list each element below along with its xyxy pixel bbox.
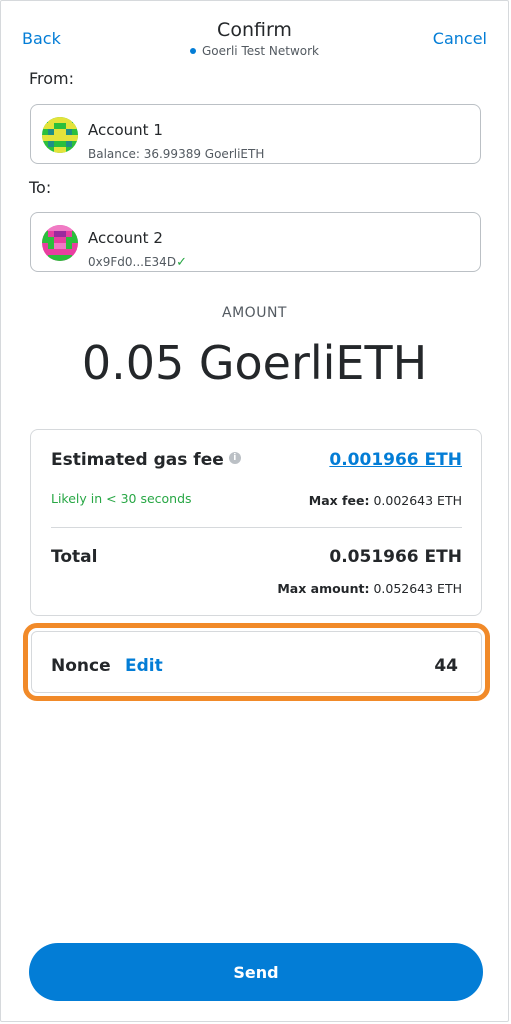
nonce-label: Nonce	[51, 656, 111, 676]
max-fee-value: 0.002643 ETH	[373, 493, 462, 508]
amount-label: AMOUNT	[222, 305, 287, 321]
total-value: 0.051966 ETH	[329, 547, 462, 567]
check-icon: ✓	[176, 255, 187, 270]
from-account-name: Account 1	[88, 121, 163, 139]
network-name: Goerli Test Network	[202, 44, 319, 58]
max-amount-value: 0.052643 ETH	[373, 581, 462, 596]
amount-value: 0.05 GoerliETH	[81, 336, 428, 390]
max-amount-text: Max amount: 0.052643 ETH	[277, 581, 462, 596]
to-account-address: 0x9Fd0...E34D✓	[88, 255, 187, 270]
likely-time-text: Likely in < 30 seconds	[51, 491, 192, 506]
from-account-card[interactable]: Account 1 Balance: 36.99389 GoerliETH	[30, 104, 481, 164]
max-fee-text: Max fee: 0.002643 ETH	[309, 493, 462, 508]
from-label: From:	[29, 69, 75, 88]
send-button[interactable]: Send	[29, 943, 483, 1001]
cancel-button[interactable]: Cancel	[433, 29, 487, 48]
divider	[51, 527, 462, 528]
from-account-balance: Balance: 36.99389 GoerliETH	[88, 147, 265, 161]
confirm-transaction-screen: Back Confirm Goerli Test Network Cancel …	[0, 0, 509, 1022]
max-fee-label: Max fee:	[308, 493, 370, 508]
to-address-text: 0x9Fd0...E34D	[88, 255, 177, 269]
nonce-card-highlight: Nonce Edit 44	[23, 623, 490, 701]
nonce-edit-button[interactable]: Edit	[125, 656, 163, 676]
nonce-value: 44	[434, 656, 458, 676]
to-account-card[interactable]: Account 2 0x9Fd0...E34D✓	[30, 212, 481, 272]
account-1-avatar-icon	[42, 117, 78, 153]
to-account-name: Account 2	[88, 229, 163, 247]
header: Back Confirm Goerli Test Network Cancel	[1, 1, 508, 65]
total-label: Total	[51, 547, 98, 567]
to-label: To:	[29, 178, 52, 197]
nonce-row: Nonce Edit 44	[31, 631, 482, 693]
info-icon[interactable]: i	[228, 452, 241, 464]
estimated-gas-fee-label: Estimated gas fee i	[51, 450, 241, 470]
gas-fee-label-text: Estimated gas fee	[51, 450, 224, 470]
gas-fee-card: Estimated gas fee i 0.001966 ETH Likely i…	[30, 429, 482, 616]
account-2-avatar-icon	[42, 225, 78, 261]
network-dot-icon	[190, 47, 196, 54]
gas-fee-value-link[interactable]: 0.001966 ETH	[329, 450, 462, 470]
max-amount-label: Max amount:	[277, 581, 370, 596]
